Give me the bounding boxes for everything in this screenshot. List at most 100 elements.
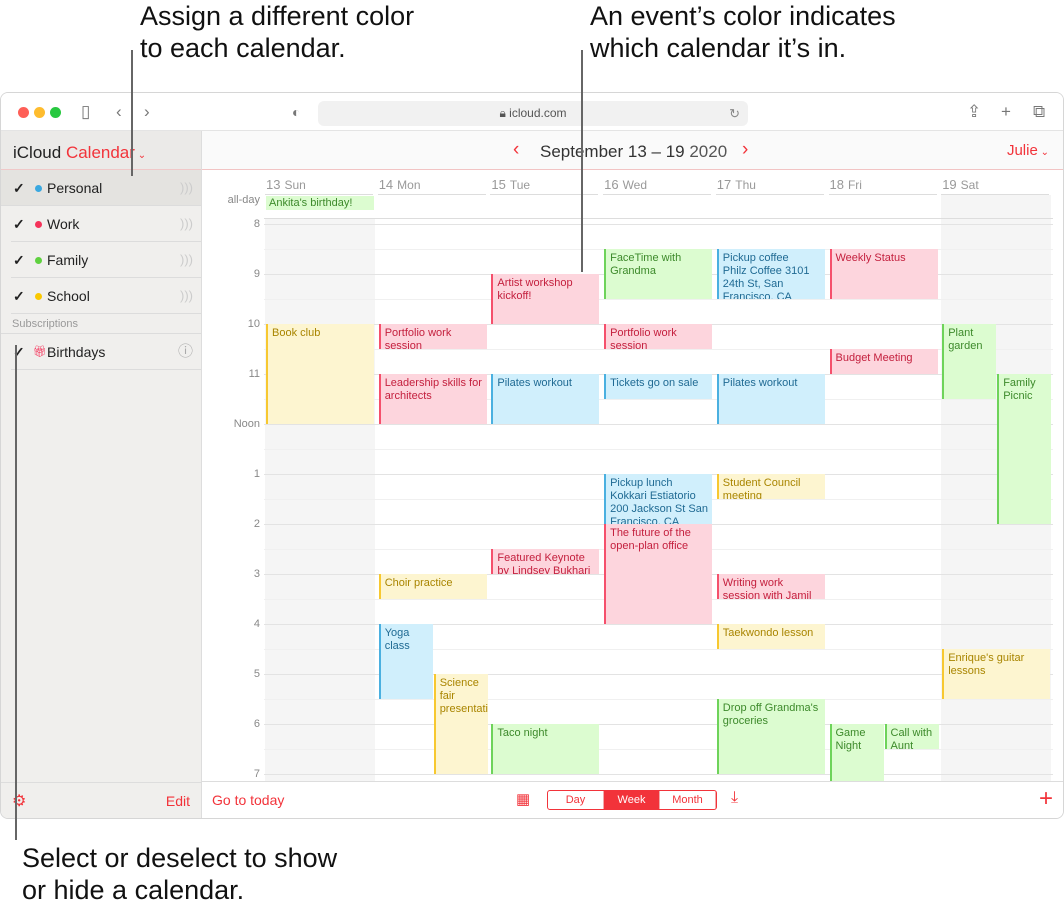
event-location: Kokkari Estiatorio 200 Jackson St San Fr… (610, 490, 708, 524)
event-title: Taco night (497, 727, 548, 739)
event[interactable]: Plant garden (942, 324, 997, 399)
close-button[interactable] (18, 107, 29, 118)
checkmark-icon[interactable]: ✓ (13, 278, 25, 314)
event-title: Choir practice (384, 577, 453, 589)
share-broadcast-icon[interactable]: ))) (180, 170, 193, 206)
allday-label: all-day (227, 194, 260, 206)
hour-label: 7 (253, 768, 260, 780)
day-header[interactable]: 14 Mon (377, 177, 486, 195)
calendar-color-dot (35, 221, 42, 228)
zoom-button[interactable] (50, 107, 61, 118)
event[interactable]: Artist workshop kickoff! (491, 274, 600, 324)
calendar-item-work[interactable]: ✓ Work))) (11, 206, 201, 242)
event[interactable]: Featured Keynote by Lindsey Bukhari (491, 549, 600, 574)
day-header[interactable]: 18 Fri (828, 177, 937, 195)
event-title: FaceTime with Grandma (610, 252, 682, 277)
calendar-list-icon[interactable]: ▦ (516, 790, 530, 808)
view-week-button[interactable]: Week (604, 791, 660, 809)
forward-icon[interactable]: › (144, 102, 150, 122)
calendar-item-school[interactable]: ✓ School))) (11, 278, 201, 314)
event[interactable]: Yoga class (378, 624, 433, 699)
add-event-button[interactable]: + (1039, 785, 1053, 813)
share-broadcast-icon[interactable]: ))) (180, 278, 193, 314)
event[interactable]: Enrique's guitar lessons (942, 649, 1051, 699)
calendar-label: Family (47, 252, 89, 268)
minimize-button[interactable] (34, 107, 45, 118)
edit-button[interactable]: Edit (166, 793, 190, 809)
tabs-overview-icon[interactable]: ⧉ (1033, 102, 1045, 122)
previous-week-button[interactable]: ‹ (513, 139, 519, 161)
info-icon[interactable]: ⓘ (178, 334, 193, 370)
event[interactable]: Call with Aunt (884, 724, 939, 749)
view-day-button[interactable]: Day (548, 791, 604, 809)
event-title: Featured Keynote by Lindsey Bukhari (497, 552, 591, 574)
event[interactable]: Pilates workout (491, 374, 600, 424)
event[interactable]: Book club (266, 324, 374, 424)
event[interactable]: Writing work session with Jamil (716, 574, 825, 599)
lock-icon: 🔒︎ (499, 106, 510, 120)
go-to-today-button[interactable]: Go to today (212, 792, 284, 808)
event-title: Writing work session with Jamil (722, 577, 812, 599)
event-title: Pickup coffee (722, 252, 789, 264)
url-text: icloud.com (509, 106, 567, 120)
event[interactable]: Pickup coffee Philz Coffee 3101 24th St, … (716, 249, 825, 299)
app-title[interactable]: iCloud Calendar ⌄ (1, 131, 201, 170)
half-hour-line (264, 299, 1053, 300)
checkmark-icon[interactable]: ✓ (13, 206, 25, 242)
event-title: Science fair presentations (439, 677, 488, 715)
event[interactable]: Tickets go on sale (604, 374, 713, 399)
event[interactable]: Family Picnic (997, 374, 1052, 524)
event[interactable]: Pickup lunch Kokkari Estiatorio 200 Jacks… (604, 474, 713, 524)
checkmark-icon[interactable]: ✓ (13, 170, 25, 206)
sidebar-toggle-icon[interactable]: ▯ (81, 102, 90, 122)
shield-icon[interactable]: ◐ (292, 104, 300, 120)
view-month-button[interactable]: Month (660, 791, 716, 809)
back-icon[interactable]: ‹ (116, 102, 122, 122)
event[interactable]: Pilates workout (716, 374, 825, 424)
browser-window: ▯ ‹ › ◐ 🔒︎ icloud.com ↻ ⇪ + ⧉ iCloud Cale… (0, 92, 1064, 819)
hour-label: 11 (248, 368, 260, 380)
reload-icon[interactable]: ↻ (729, 101, 740, 126)
event[interactable]: FaceTime with Grandma (604, 249, 713, 299)
day-header[interactable]: 19 Sat (941, 177, 1050, 195)
event[interactable]: Weekly Status (829, 249, 938, 299)
share-broadcast-icon[interactable]: ))) (180, 206, 193, 242)
calendar-item-personal[interactable]: ✓ Personal))) (1, 170, 201, 206)
event[interactable]: Taekwondo lesson (716, 624, 825, 649)
day-name: Fri (847, 178, 862, 192)
calendar-label: Personal (47, 180, 103, 196)
event[interactable]: Portfolio work session (604, 324, 713, 349)
new-tab-icon[interactable]: + (1001, 102, 1011, 122)
share-broadcast-icon[interactable]: ))) (180, 242, 193, 278)
half-hour-line (264, 699, 1053, 700)
event[interactable]: Drop off Grandma's groceries (716, 699, 825, 774)
event[interactable]: Student Council meeting (716, 474, 825, 499)
event[interactable]: Taco night (491, 724, 600, 774)
event[interactable]: Choir practice (378, 574, 487, 599)
hour-label: 10 (247, 318, 260, 330)
event[interactable]: Game Night (829, 724, 884, 782)
day-header[interactable]: 13 Sun (265, 177, 373, 195)
sidebar: iCloud Calendar ⌄ ✓ Personal))) ✓ Work))) ✓ F… (1, 131, 202, 818)
event[interactable]: Leadership skills for architects (378, 374, 487, 424)
day-header[interactable]: 16 Wed (603, 177, 712, 195)
event[interactable]: Budget Meeting (829, 349, 938, 374)
hour-line (264, 224, 1053, 225)
share-icon[interactable]: ⇪ (967, 102, 981, 122)
chevron-down-icon: ⌄ (134, 150, 147, 161)
event[interactable]: Science fair presentations (433, 674, 488, 774)
week-grid: 13 Sun 14 Mon 15 Tue 16 Wed 17 Thu 18 Fri 19 Sat all-d… (202, 170, 1063, 782)
allday-event[interactable]: Ankita's birthday! (266, 196, 374, 210)
event[interactable]: Portfolio work session (378, 324, 487, 349)
event-title: Weekly Status (835, 252, 906, 264)
event[interactable]: The future of the open-plan office (604, 524, 713, 624)
download-icon[interactable]: ⤓ (731, 789, 738, 807)
day-header[interactable]: 17 Thu (715, 177, 824, 195)
calendar-item-birthdays[interactable]: ✓ 🎁︎ Birthdays ⓘ (11, 334, 201, 370)
sidebar-footer: ⚙ Edit (1, 782, 201, 818)
next-week-button[interactable]: › (742, 139, 748, 161)
account-menu[interactable]: Julie ⌄ (1007, 142, 1049, 159)
calendar-item-family[interactable]: ✓ Family))) (11, 242, 201, 278)
checkmark-icon[interactable]: ✓ (13, 242, 25, 278)
address-bar[interactable]: 🔒︎ icloud.com ↻ (318, 101, 748, 126)
